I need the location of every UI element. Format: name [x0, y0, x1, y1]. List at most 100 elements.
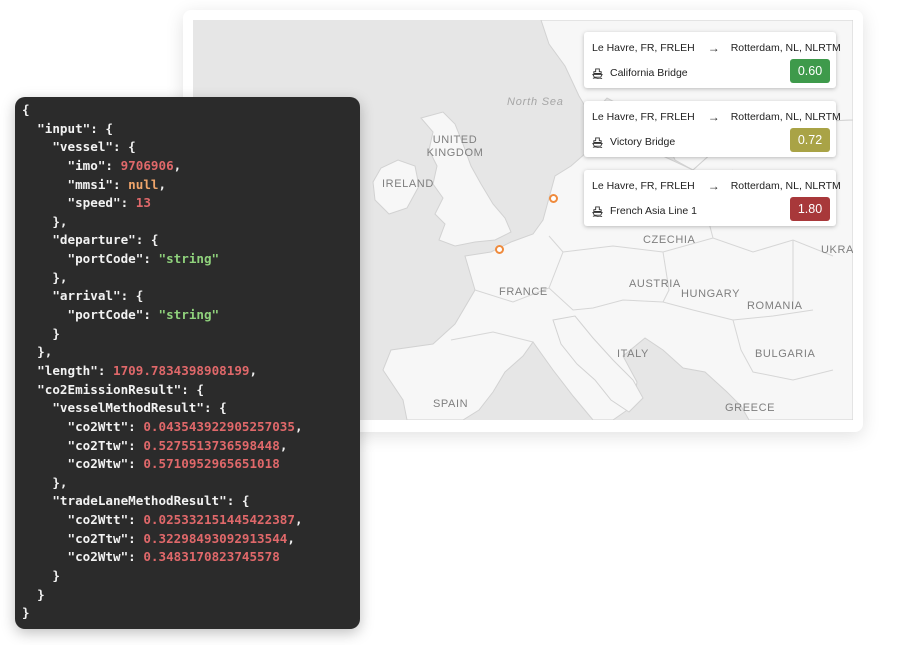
- code-line: "co2Wtw": 0.5710952965651018: [22, 455, 360, 474]
- map-label-hungary: HUNGARY: [681, 288, 741, 300]
- route-vessel: Victory Bridge: [592, 136, 675, 148]
- code-line: "speed": 13: [22, 194, 360, 213]
- route-origin: Le Havre, FR, FRLEH: [592, 180, 695, 192]
- map-label-ireland: IRELAND: [382, 178, 434, 190]
- emission-score-badge: 0.60: [790, 59, 830, 83]
- code-token: {: [22, 102, 30, 117]
- map-label-greece: GREECE: [725, 402, 776, 414]
- code-token: "arrival": {: [22, 288, 144, 304]
- map-label-united-kingdom: UNITED KINGDOM: [426, 134, 484, 159]
- emission-score-badge: 1.80: [790, 197, 830, 221]
- code-line: }: [22, 604, 360, 623]
- code-line: }: [22, 325, 360, 344]
- code-line: "portCode": "string": [22, 306, 360, 325]
- code-line: "tradeLaneMethodResult": {: [22, 492, 360, 511]
- map-label-italy: ITALY: [617, 348, 649, 360]
- port-marker-rotterdam[interactable]: [549, 194, 558, 203]
- code-token: "input": {: [22, 120, 113, 136]
- code-token: ,: [249, 362, 258, 378]
- code-token: ,: [158, 176, 167, 192]
- code-token: "string": [158, 251, 220, 267]
- code-token: 0.025332151445422387: [143, 512, 295, 528]
- code-token: ,: [279, 437, 288, 453]
- ship-icon: [592, 136, 603, 148]
- code-token: null: [128, 176, 159, 192]
- code-line: "input": {: [22, 120, 360, 139]
- code-token: 0.043543922905257035: [143, 418, 295, 434]
- code-line: "vessel": {: [22, 138, 360, 157]
- code-token: "portCode":: [22, 307, 159, 323]
- vessel-name: California Bridge: [610, 67, 688, 79]
- code-token: 0.5710952965651018: [143, 456, 280, 472]
- code-token: "imo":: [22, 157, 121, 173]
- code-line: }: [22, 586, 360, 605]
- route-destination: Rotterdam, NL, NLRTM: [730, 111, 841, 123]
- route-header: Le Havre, FR, FRLEH → Rotterdam, NL, NLR…: [592, 179, 841, 193]
- code-line: "co2Wtw": 0.3483170823745578: [22, 548, 360, 567]
- code-token: "string": [158, 307, 220, 323]
- code-token: "speed":: [22, 195, 136, 211]
- code-token: },: [22, 474, 68, 490]
- route-card[interactable]: Le Havre, FR, FRLEH → Rotterdam, NL, NLR…: [584, 101, 841, 157]
- code-line: "co2EmissionResult": {: [22, 381, 360, 400]
- code-token: },: [22, 269, 68, 285]
- code-line: "length": 1709.7834398908199,: [22, 362, 360, 381]
- code-token: "tradeLaneMethodResult": {: [22, 493, 250, 509]
- code-token: "departure": {: [22, 232, 159, 248]
- code-token: "co2Ttw":: [22, 437, 144, 453]
- emission-score-badge: 0.72: [790, 128, 830, 152]
- code-line: },: [22, 474, 360, 493]
- route-vessel: French Asia Line 1: [592, 205, 697, 217]
- code-token: }: [22, 325, 60, 341]
- map-label-france: FRANCE: [499, 286, 548, 298]
- code-token: }: [22, 586, 45, 602]
- route-header: Le Havre, FR, FRLEH → Rotterdam, NL, NLR…: [592, 41, 841, 55]
- vessel-name: French Asia Line 1: [610, 205, 697, 217]
- code-line: "co2Ttw": 0.5275513736598448,: [22, 437, 360, 456]
- code-line: }: [22, 567, 360, 586]
- code-line: },: [22, 213, 360, 232]
- code-token: 1709.7834398908199: [113, 362, 250, 378]
- code-line: "portCode": "string": [22, 250, 360, 269]
- code-token: 9706906: [120, 157, 174, 173]
- code-token: ,: [173, 157, 182, 173]
- map-label-north-sea: North Sea: [507, 96, 564, 108]
- map-label-spain: SPAIN: [433, 398, 469, 410]
- code-token: "vesselMethodResult": {: [22, 400, 227, 416]
- code-token: }: [22, 605, 30, 621]
- code-token: 13: [135, 195, 151, 211]
- route-card[interactable]: Le Havre, FR, FRLEH → Rotterdam, NL, NLR…: [584, 32, 841, 88]
- code-line: "co2Wtt": 0.043543922905257035,: [22, 418, 360, 437]
- code-token: },: [22, 213, 68, 229]
- code-token: "co2Wtt":: [22, 512, 144, 528]
- code-token: "vessel": {: [22, 139, 136, 155]
- code-line: "arrival": {: [22, 287, 360, 306]
- route-destination: Rotterdam, NL, NLRTM: [730, 42, 841, 54]
- code-token: "co2EmissionResult": {: [22, 381, 204, 397]
- code-line: {: [22, 101, 360, 120]
- landmass-great-britain: [420, 111, 512, 247]
- code-line: },: [22, 343, 360, 362]
- arrow-right-icon: →: [707, 110, 720, 124]
- code-line: "vesselMethodResult": {: [22, 399, 360, 418]
- code-token: ,: [287, 530, 295, 546]
- map-label-bulgaria: BULGARIA: [755, 348, 816, 360]
- code-token: "portCode":: [22, 251, 159, 267]
- map-label-czechia: CZECHIA: [643, 234, 696, 246]
- route-header: Le Havre, FR, FRLEH → Rotterdam, NL, NLR…: [592, 110, 841, 124]
- route-origin: Le Havre, FR, FRLEH: [592, 42, 695, 54]
- arrow-right-icon: →: [707, 179, 720, 193]
- code-token: "co2Wtw":: [22, 549, 144, 565]
- code-token: 0.32298493092913544: [143, 530, 288, 546]
- code-line: "mmsi": null,: [22, 176, 360, 195]
- code-token: 0.5275513736598448: [143, 437, 280, 453]
- map-label-ukraine: UKRA: [821, 244, 853, 256]
- json-code-panel: { "input": { "vessel": { "imo": 9706906,…: [15, 97, 360, 629]
- port-marker-le-havre[interactable]: [495, 245, 504, 254]
- code-line: "departure": {: [22, 231, 360, 250]
- code-token: }: [22, 568, 60, 584]
- ship-icon: [592, 67, 603, 79]
- route-card[interactable]: Le Havre, FR, FRLEH → Rotterdam, NL, NLR…: [584, 170, 841, 226]
- code-token: "co2Wtt":: [22, 418, 144, 434]
- route-vessel: California Bridge: [592, 67, 688, 79]
